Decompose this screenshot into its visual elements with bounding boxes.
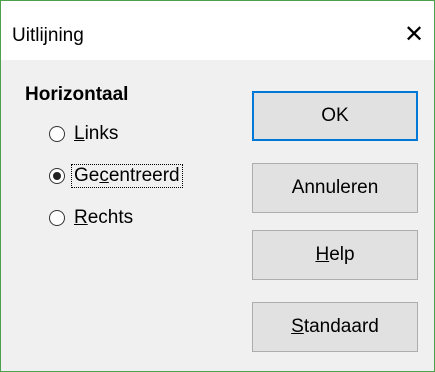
radio-left[interactable]: Links	[49, 122, 120, 146]
radio-centered[interactable]: Gecentreerd	[49, 164, 183, 188]
dialog-body: Horizontaal Links Gecentreerd Rechts OK …	[1, 60, 434, 371]
radio-button-centered[interactable]	[49, 168, 65, 184]
default-button[interactable]: Standaard	[252, 302, 418, 352]
radio-label-left: Links	[74, 123, 119, 144]
help-button[interactable]: Help	[252, 230, 418, 280]
title-bar[interactable]: Uitlijning ✕	[1, 1, 434, 60]
radio-label-right: Rechts	[74, 207, 134, 228]
ok-button[interactable]: OK	[252, 91, 418, 141]
radio-label-centered: Gecentreerd	[71, 164, 183, 188]
horizontal-group-heading: Horizontaal	[25, 84, 129, 105]
radio-right[interactable]: Rechts	[49, 206, 135, 230]
close-icon[interactable]: ✕	[394, 19, 434, 51]
alignment-dialog: Uitlijning ✕ Horizontaal Links Gecentree…	[0, 0, 435, 372]
radio-button-left[interactable]	[49, 126, 65, 142]
cancel-button[interactable]: Annuleren	[252, 163, 418, 213]
dialog-title: Uitlijning	[12, 25, 84, 46]
radio-button-right[interactable]	[49, 210, 65, 226]
